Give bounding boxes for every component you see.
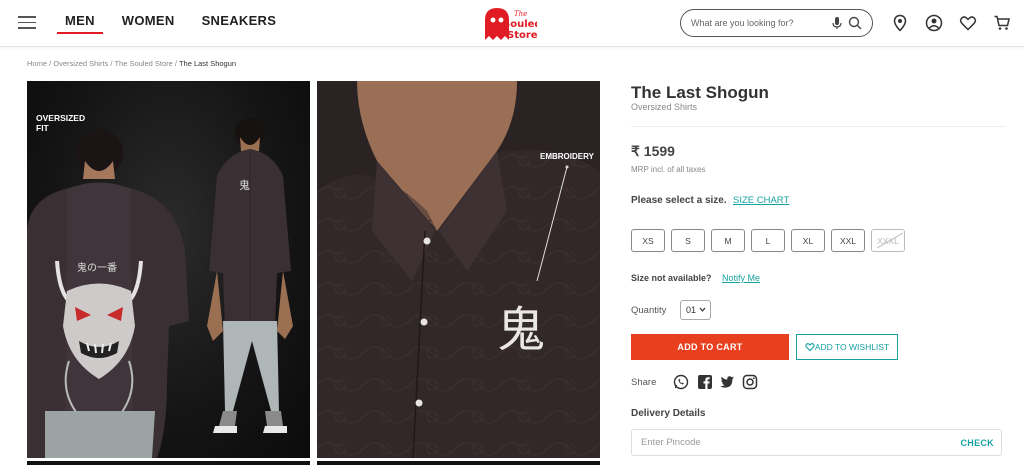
quantity-select[interactable]: 01 [680, 300, 711, 320]
wishlist-heart-icon[interactable] [959, 14, 977, 32]
add-to-wishlist-button[interactable]: ADD TO WISHLIST [796, 334, 898, 360]
size-xxl-button[interactable]: XXL [831, 229, 865, 252]
quantity-value: 01 [686, 305, 697, 315]
size-options: XS S M L XL XXL XXXL [631, 229, 911, 252]
facebook-icon[interactable] [697, 374, 713, 390]
delivery-details-title: Delivery Details [631, 408, 706, 419]
svg-text:Store: Store [507, 30, 537, 41]
product-image-oversized-fit[interactable]: 鬼の一番 鬼 OVERSIZED FIT [27, 81, 310, 458]
oversized-fit-label: OVERSIZED FIT [36, 113, 86, 133]
heart-icon [805, 343, 815, 352]
account-icon[interactable] [925, 14, 943, 32]
breadcrumb-current: The Last Shogun [178, 59, 237, 68]
menu-icon[interactable] [18, 16, 36, 29]
nav-women[interactable]: WOMEN [114, 0, 183, 34]
svg-text:The: The [514, 10, 527, 18]
instagram-icon[interactable] [742, 374, 758, 390]
check-pincode-button[interactable]: CHECK [960, 438, 994, 448]
size-l-button[interactable]: L [751, 229, 785, 252]
souled-store-logo[interactable]: The Souled Store [481, 6, 537, 42]
size-not-available-label: Size not available? [631, 273, 712, 283]
svg-text:鬼: 鬼 [497, 302, 545, 358]
product-title: The Last Shogun [631, 83, 769, 102]
breadcrumb-souled-store[interactable]: The Souled Store [114, 59, 172, 68]
next-image-strip [317, 461, 600, 465]
notify-me-link[interactable]: Notify Me [722, 273, 760, 283]
product-image-embroidery-closeup[interactable]: 鬼 EMBROIDERY [317, 81, 600, 458]
size-xs-button[interactable]: XS [631, 229, 665, 252]
embroidery-label: EMBROIDERY [540, 152, 594, 161]
shirt-closeup-photo: 鬼 [317, 81, 600, 458]
select-size-label: Please select a size. [631, 195, 727, 206]
microphone-icon[interactable] [830, 16, 844, 30]
divider [631, 126, 1005, 127]
quantity-label: Quantity [631, 305, 667, 316]
twitter-icon[interactable] [719, 374, 735, 390]
nav-sneakers[interactable]: SNEAKERS [194, 0, 285, 34]
svg-text:Souled: Souled [503, 19, 537, 30]
product-price: ₹ 1599 [631, 143, 675, 159]
breadcrumb: Home / Oversized Shirts / The Souled Sto… [27, 59, 237, 68]
search-bar [680, 9, 873, 37]
size-xxxl-button-unavailable: XXXL [871, 229, 905, 252]
tax-note: MRP incl. of all taxes [631, 165, 706, 174]
share-label: Share [631, 377, 657, 388]
add-to-cart-button[interactable]: ADD TO CART [631, 334, 789, 360]
nav-men[interactable]: MEN [57, 0, 103, 34]
site-header: MEN WOMEN SNEAKERS The Souled Store [0, 0, 1024, 47]
size-m-button[interactable]: M [711, 229, 745, 252]
breadcrumb-oversized-shirts[interactable]: Oversized Shirts [53, 59, 108, 68]
size-xl-button[interactable]: XL [791, 229, 825, 252]
search-icon[interactable] [848, 16, 862, 30]
size-s-button[interactable]: S [671, 229, 705, 252]
svg-text:鬼の一番: 鬼の一番 [77, 261, 117, 274]
location-icon[interactable] [891, 14, 909, 32]
product-category: Oversized Shirts [631, 102, 698, 112]
model-photo-back-and-front: 鬼の一番 鬼 [27, 118, 293, 458]
svg-text:鬼: 鬼 [239, 178, 250, 192]
next-image-strip [27, 461, 310, 465]
breadcrumb-home[interactable]: Home [27, 59, 47, 68]
pincode-input[interactable] [632, 430, 932, 455]
search-input[interactable] [691, 18, 826, 28]
chevron-down-icon [699, 307, 706, 312]
wishlist-label: ADD TO WISHLIST [814, 342, 890, 352]
main-nav: MEN WOMEN SNEAKERS [57, 0, 295, 47]
cart-icon[interactable] [993, 14, 1011, 32]
whatsapp-icon[interactable] [673, 374, 689, 390]
size-chart-link[interactable]: SIZE CHART [733, 195, 789, 206]
pincode-box: CHECK [631, 429, 1002, 456]
